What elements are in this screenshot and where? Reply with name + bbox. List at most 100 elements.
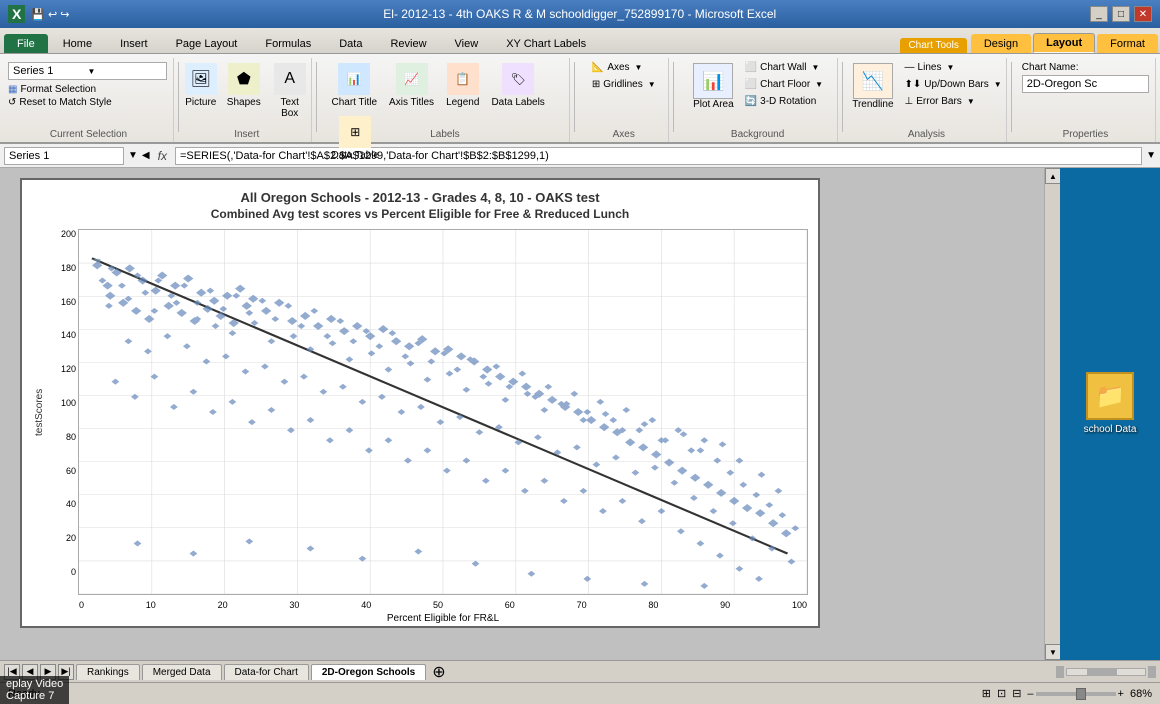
y-axis-ticks: 200 180 160 140 120 100 80 60 40 20 0 (48, 229, 78, 595)
add-sheet-button[interactable]: ⊕ (432, 662, 445, 682)
formula-input[interactable] (175, 147, 1142, 165)
tab-home[interactable]: Home (50, 34, 105, 53)
picture-button[interactable]: 🖼 Picture (181, 60, 221, 111)
gridlines-icon: ⊞ (592, 79, 600, 90)
lines-button[interactable]: — Lines ▼ (901, 60, 1006, 75)
chart-floor-button[interactable]: ⬜ Chart Floor ▼ (741, 77, 827, 92)
properties-group-label: Properties (1016, 129, 1155, 140)
tab-data[interactable]: Data (326, 34, 375, 53)
maximize-button[interactable]: □ (1112, 6, 1130, 22)
school-data-icon[interactable]: 📁 school Data (1080, 368, 1141, 439)
axes-icon: 📐 (592, 62, 604, 73)
sheet-tab-merged-data[interactable]: Merged Data (142, 664, 222, 680)
minimize-button[interactable]: _ (1090, 6, 1108, 22)
series-dropdown[interactable]: Series 1 ▼ (8, 62, 167, 80)
data-labels-button[interactable]: 🏷 Data Labels (486, 60, 549, 111)
zoom-in-button[interactable]: + (1118, 688, 1124, 700)
tab-view[interactable]: View (442, 34, 492, 53)
tab-layout[interactable]: Layout (1033, 33, 1095, 53)
axis-titles-button[interactable]: 📈 Axis Titles (384, 60, 439, 111)
zoom-control[interactable]: – + 68% (1027, 688, 1152, 700)
tab-insert[interactable]: Insert (107, 34, 161, 53)
tab-xy-chart-labels[interactable]: XY Chart Labels (493, 34, 599, 53)
tab-file[interactable]: File (4, 34, 48, 53)
capture-overlay: eplay Video Capture 7 (0, 676, 69, 704)
format-selection-button[interactable]: ▦ Format Selection (8, 83, 167, 96)
analysis-group-label: Analysis (847, 129, 1006, 140)
sheet-tab-2d-oregon-schools[interactable]: 2D-Oregon Schools (311, 664, 426, 680)
grid-icon[interactable]: ⊞ (982, 687, 991, 700)
scroll-left-btn[interactable]: ◀ (142, 150, 150, 161)
save-icon[interactable]: 💾 (31, 8, 45, 21)
name-box[interactable]: Series 1 (4, 147, 124, 165)
axes-dropdown-arrow: ▼ (635, 63, 643, 72)
tab-review[interactable]: Review (377, 34, 439, 53)
format-selection-icon: ▦ (8, 84, 17, 95)
data-labels-icon: 🏷 (502, 63, 534, 95)
quick-access-toolbar: 💾 ↩ ↪ (31, 8, 69, 21)
page-layout-icon[interactable]: ⊡ (997, 687, 1006, 700)
formula-expand-btn[interactable]: ▼ (1146, 150, 1156, 161)
three-d-rotation-button[interactable]: 🔄 3-D Rotation (741, 94, 827, 109)
tab-formulas[interactable]: Formulas (252, 34, 324, 53)
formula-bar: Series 1 ▼ ◀ fx ▼ (0, 144, 1160, 168)
page-break-icon[interactable]: ⊟ (1012, 687, 1021, 700)
text-box-button[interactable]: A Text Box (267, 60, 313, 122)
zoom-slider-thumb (1076, 688, 1086, 700)
zoom-out-button[interactable]: – (1027, 688, 1033, 700)
axes-group: 📐 Axes ▼ ⊞ Gridlines ▼ Axes (579, 58, 669, 142)
tab-format[interactable]: Format (1097, 34, 1158, 53)
lines-icon: — (905, 62, 915, 73)
shapes-icon: ⬟ (228, 63, 260, 95)
scroll-down-button[interactable]: ▼ (1045, 644, 1061, 660)
sheet-tab-data-for-chart[interactable]: Data-for Chart (224, 664, 309, 680)
scroll-track[interactable] (1045, 184, 1060, 644)
chart-plot-area: 0 10 20 30 40 50 60 70 80 90 100 Pe (78, 229, 808, 595)
tab-design[interactable]: Design (971, 34, 1031, 53)
chart-name-input[interactable] (1022, 75, 1149, 93)
window-controls: _ □ ✕ (1090, 6, 1152, 22)
gridlines-button[interactable]: ⊞ Gridlines ▼ (588, 77, 660, 92)
scroll-up-button[interactable]: ▲ (1045, 168, 1061, 184)
formula-fx-label: fx (154, 149, 171, 163)
axes-button[interactable]: 📐 Axes ▼ (588, 60, 647, 75)
h-scroll-right[interactable] (1148, 666, 1156, 678)
h-scroll-thumb (1087, 669, 1117, 675)
plot-area-icon: 📊 (693, 63, 733, 99)
sheet-tab-rankings[interactable]: Rankings (76, 664, 140, 680)
redo-icon[interactable]: ↪ (60, 8, 69, 21)
chart-wall-button[interactable]: ⬜ Chart Wall ▼ (741, 60, 827, 75)
reset-to-match-button[interactable]: ↺ Reset to Match Style (8, 96, 167, 109)
scatter-plot-svg (79, 230, 807, 594)
trendline-button[interactable]: 📉 Trendline (847, 60, 898, 113)
axis-titles-icon: 📈 (396, 63, 428, 95)
chart-title-button[interactable]: 📊 Chart Title (326, 60, 382, 111)
legend-icon: 📋 (447, 63, 479, 95)
undo-icon[interactable]: ↩ (48, 8, 57, 21)
plot-area-button[interactable]: 📊 Plot Area (688, 60, 739, 113)
current-selection-group: Series 1 ▼ ▦ Format Selection ↺ Reset to… (4, 58, 174, 142)
capture-line2: Capture 7 (6, 690, 63, 702)
error-bars-button[interactable]: ⊥ Error Bars ▼ (901, 94, 1006, 109)
vertical-scrollbar[interactable]: ▲ ▼ (1044, 168, 1060, 660)
current-selection-label: Current Selection (4, 129, 173, 140)
zoom-slider-track[interactable] (1036, 692, 1116, 696)
3d-icon: 🔄 (745, 96, 757, 107)
insert-group: 🖼 Picture ⬟ Shapes A Text Box Insert (183, 58, 312, 142)
h-scroll-left[interactable] (1056, 666, 1064, 678)
reset-icon: ↺ (8, 97, 16, 108)
legend-button[interactable]: 📋 Legend (441, 60, 484, 111)
main-content: All Oregon Schools - 2012-13 - Grades 4,… (0, 168, 1160, 660)
name-box-arrow[interactable]: ▼ (128, 150, 138, 161)
y-axis-label: testScores (32, 229, 48, 595)
h-scroll-track[interactable] (1066, 668, 1146, 676)
desktop-icon-label: school Data (1084, 424, 1137, 435)
ribbon: Series 1 ▼ ▦ Format Selection ↺ Reset to… (0, 54, 1160, 144)
close-button[interactable]: ✕ (1134, 6, 1152, 22)
tab-page-layout[interactable]: Page Layout (163, 34, 251, 53)
shapes-button[interactable]: ⬟ Shapes (223, 60, 265, 111)
x-axis-label: Percent Eligible for FR&L (79, 613, 807, 624)
chart-container[interactable]: All Oregon Schools - 2012-13 - Grades 4,… (20, 178, 820, 628)
sheet-area: All Oregon Schools - 2012-13 - Grades 4,… (0, 168, 1044, 660)
up-down-bars-button[interactable]: ⬆⬇ Up/Down Bars ▼ (901, 77, 1006, 92)
